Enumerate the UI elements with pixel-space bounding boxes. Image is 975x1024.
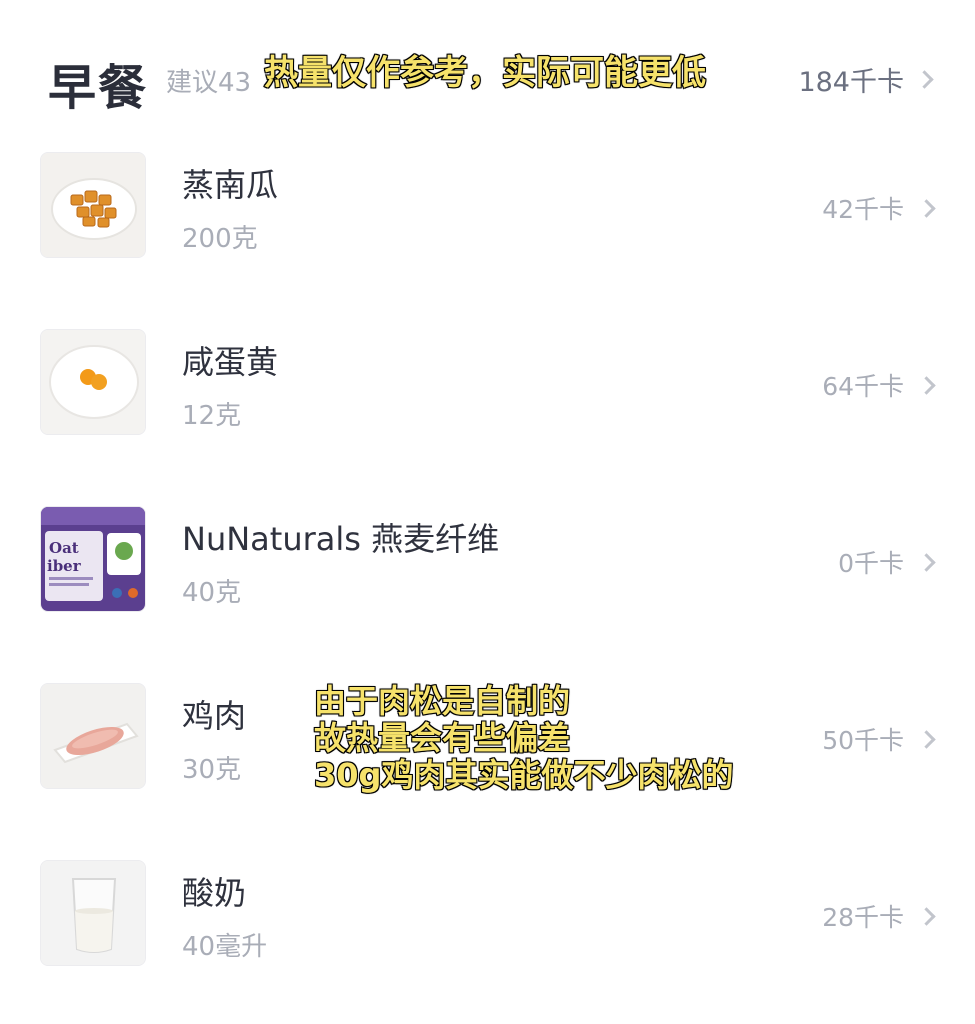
- food-calories-value: 42千卡: [822, 195, 904, 224]
- food-item-yogurt[interactable]: 酸奶 40毫升 28千卡: [0, 838, 975, 966]
- food-item-egg-yolk[interactable]: 咸蛋黄 12克 64千卡: [0, 307, 975, 435]
- chevron-right-icon: [917, 552, 936, 572]
- food-thumbnail-pumpkin: [40, 152, 146, 258]
- food-thumbnail-egg-yolk: [40, 329, 146, 435]
- caption-overlay-top: 热量仅作参考，实际可能更低: [263, 53, 707, 93]
- food-name: 鸡肉: [182, 697, 247, 735]
- chevron-right-icon: [917, 198, 936, 218]
- food-amount: 12克: [182, 401, 242, 431]
- food-calories: 0千卡: [838, 544, 936, 580]
- food-calories-value: 64千卡: [822, 372, 904, 401]
- food-name: 咸蛋黄: [182, 343, 279, 381]
- food-amount: 40克: [182, 578, 242, 608]
- chevron-right-icon: [917, 906, 936, 926]
- suggested-calories: 建议43: [166, 68, 252, 98]
- caption-line: 故热量会有些偏差: [313, 719, 571, 758]
- food-calories-value: 50千卡: [822, 726, 904, 755]
- food-thumbnail-oat-fiber: Oat iber: [40, 506, 146, 612]
- meal-total-calories[interactable]: 184千卡: [798, 60, 934, 99]
- chevron-right-icon: [917, 375, 936, 395]
- food-thumbnail-chicken: [40, 683, 146, 789]
- food-calories-value: 0千卡: [838, 549, 904, 578]
- food-name: NuNaturals 燕麦纤维: [182, 520, 500, 558]
- food-calories: 64千卡: [822, 367, 936, 403]
- food-calories: 28千卡: [822, 898, 936, 934]
- svg-text:iber: iber: [47, 557, 82, 575]
- chevron-right-icon: [915, 70, 934, 89]
- food-amount: 200克: [182, 224, 258, 254]
- food-amount: 40毫升: [182, 932, 268, 962]
- food-item-oat-fiber[interactable]: Oat iber NuNaturals 燕麦纤维 40克 0千卡: [0, 484, 975, 612]
- food-calories: 50千卡: [822, 721, 936, 757]
- caption-line: 由于肉松是自制的: [313, 682, 571, 721]
- caption-overlay-middle: 由于肉松是自制的 故热量会有些偏差 30g鸡肉其实能做不少肉松的: [313, 682, 754, 795]
- svg-text:Oat: Oat: [49, 539, 79, 557]
- food-item-pumpkin[interactable]: 蒸南瓜 200克 42千卡: [0, 130, 975, 258]
- food-calories-value: 28千卡: [822, 903, 904, 932]
- food-calories: 42千卡: [822, 190, 936, 226]
- chevron-right-icon: [917, 729, 936, 749]
- food-name: 蒸南瓜: [182, 166, 279, 204]
- meal-title: 早餐: [48, 60, 149, 116]
- food-amount: 30克: [182, 755, 242, 785]
- total-calories-value: 184千卡: [798, 67, 904, 98]
- food-thumbnail-yogurt: [40, 860, 146, 966]
- food-name: 酸奶: [182, 874, 247, 912]
- caption-line: 30g鸡肉其实能做不少肉松的: [313, 756, 734, 795]
